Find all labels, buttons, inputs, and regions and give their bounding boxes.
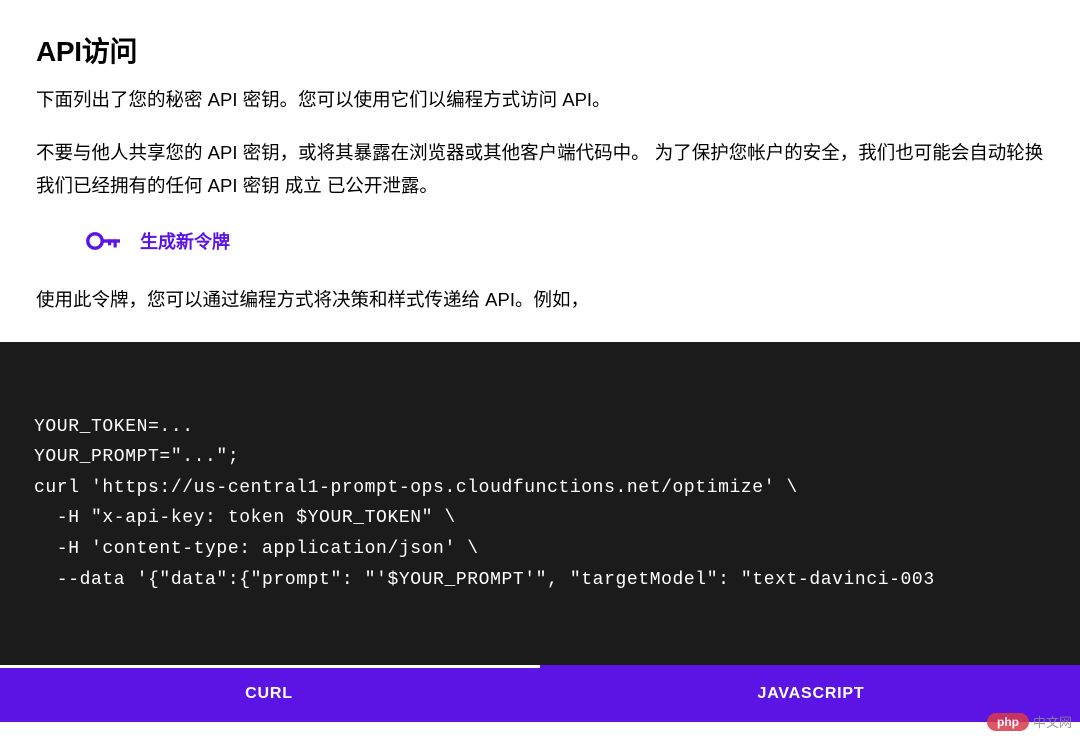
generate-token-button[interactable]: 生成新令牌 xyxy=(36,228,1044,254)
tab-curl[interactable]: CURL xyxy=(0,665,540,722)
code-example: YOUR_TOKEN=... YOUR_PROMPT="..."; curl '… xyxy=(0,342,1080,666)
tab-label: JAVASCRIPT xyxy=(758,685,865,703)
api-warning: 不要与他人共享您的 API 密钥，或将其暴露在浏览器或其他客户端代码中。 为了保… xyxy=(36,137,1044,202)
watermark-bubble: php xyxy=(987,713,1029,731)
api-description: 下面列出了您的秘密 API 密钥。您可以使用它们以编程方式访问 API。 xyxy=(36,84,1044,115)
watermark-text: 中文网 xyxy=(1033,712,1072,731)
key-icon xyxy=(86,231,122,251)
tab-label: CURL xyxy=(245,685,293,703)
generate-token-label: 生成新令牌 xyxy=(140,228,230,254)
code-language-tabs: CURL JAVASCRIPT xyxy=(0,665,1080,722)
watermark: php 中文网 xyxy=(987,712,1072,731)
usage-text: 使用此令牌，您可以通过编程方式将决策和样式传递给 API。例如， xyxy=(36,284,1044,315)
page-title: API访问 xyxy=(36,30,1044,70)
